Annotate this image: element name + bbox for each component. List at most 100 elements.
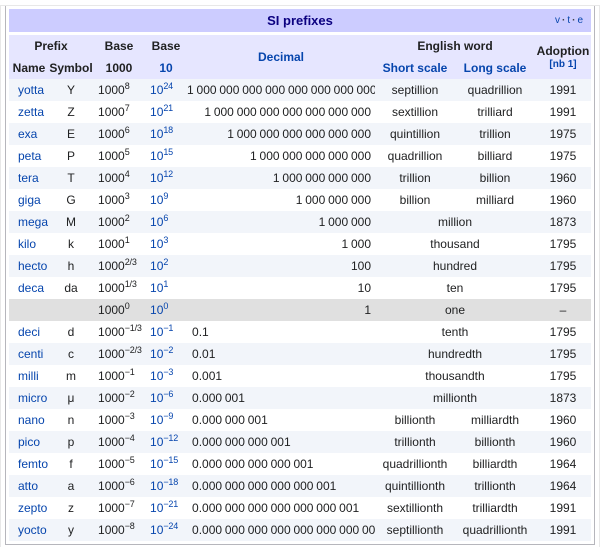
english-word-value: one	[444, 303, 466, 317]
prefix-symbol	[49, 299, 93, 321]
short-scale-value: trillion	[399, 171, 431, 185]
decimal-value: 0.01	[192, 347, 216, 361]
header-short-scale-link[interactable]: Short scale	[375, 57, 455, 79]
english-word-value: hundred	[432, 259, 478, 273]
prefix-name-link[interactable]: zetta	[18, 105, 44, 119]
long-scale-value: trilliardth	[472, 501, 518, 515]
vte-talk-link[interactable]: t	[567, 15, 570, 26]
prefix-name-link[interactable]: tera	[18, 171, 39, 185]
prefix-name-link[interactable]: exa	[18, 127, 37, 141]
base-10-link[interactable]: 10−12	[150, 434, 178, 450]
base-10-link[interactable]: 1018	[150, 126, 173, 142]
header-base-10-link[interactable]: 10	[145, 57, 188, 79]
prefix-name-cell: femto	[9, 453, 49, 475]
base-10-link[interactable]: 10−2	[150, 346, 173, 362]
base-10-link[interactable]: 10−6	[150, 390, 173, 406]
vte-edit-link[interactable]: e	[577, 15, 583, 26]
prefix-row: zetta Z 10007 1021 1 000 000 000 000 000 000…	[9, 101, 591, 123]
base-10-link[interactable]: 1024	[150, 82, 173, 98]
prefix-symbol: μ	[67, 391, 75, 405]
prefix-name-link[interactable]: mega	[18, 215, 48, 229]
base-1000-value: 10007	[98, 103, 130, 120]
base-1000-value: 1000−2/3	[98, 345, 142, 362]
base-1000-value: 10004	[98, 169, 130, 186]
prefix-row: centi c 1000−2/3 10−2 0.01 hundredth 1795	[9, 343, 591, 365]
prefix-name-link[interactable]: deca	[18, 281, 44, 295]
prefix-row: giga G 10003 109 1 000 000 000 billion milliar…	[9, 189, 591, 211]
base-10-link[interactable]: 102	[150, 258, 168, 274]
base-10-link[interactable]: 1012	[150, 170, 173, 186]
header-adoption: Adoption [nb 1]	[535, 35, 591, 79]
prefix-name-link[interactable]: atto	[18, 479, 38, 493]
prefix-name-link[interactable]: milli	[18, 369, 39, 383]
base-1000-value: 1000−2	[98, 389, 135, 406]
decimal-value: 1 000 000 000 000 000 000	[227, 127, 371, 141]
prefix-name-link[interactable]: giga	[18, 193, 41, 207]
base-10-link[interactable]: 10−1	[150, 324, 173, 340]
prefix-row: 10000 100 1 one –	[9, 299, 591, 321]
prefix-name-link[interactable]: femto	[18, 457, 48, 471]
header-decimal-link[interactable]: Decimal	[187, 35, 375, 79]
prefix-name-link[interactable]: deci	[18, 325, 40, 339]
prefix-name-link[interactable]: zepto	[18, 501, 47, 515]
base-10-link[interactable]: 109	[150, 192, 168, 208]
prefix-symbol: E	[67, 127, 76, 141]
adoption-note-link[interactable]: [nb 1]	[535, 59, 591, 71]
base-1000-value: 10005	[98, 147, 130, 164]
base-10-link[interactable]: 1021	[150, 104, 173, 120]
decimal-value: 1 000 000 000	[295, 193, 371, 207]
adoption-year: 1795	[549, 237, 577, 251]
base-1000-value: 10002/3	[98, 257, 137, 274]
decimal-value: 0.000 000 000 000 000 001	[192, 479, 337, 493]
base-10-cell: 1015	[145, 145, 187, 167]
decimal-value: 0.000 000 000 000 000 000 000 001	[192, 523, 375, 537]
adoption-year: 1795	[549, 347, 577, 361]
prefix-name-link[interactable]: centi	[18, 347, 43, 361]
base-10-link[interactable]: 106	[150, 214, 168, 230]
short-scale-value: billionth	[394, 413, 436, 427]
base-10-link[interactable]: 10−24	[150, 522, 178, 538]
base-10-cell: 10−24	[145, 519, 187, 541]
prefix-name-link[interactable]: kilo	[18, 237, 36, 251]
prefix-name-link[interactable]: yotta	[18, 83, 44, 97]
base-10-link[interactable]: 100	[150, 302, 168, 318]
prefix-row: exa E 10006 1018 1 000 000 000 000 000 000 qu…	[9, 123, 591, 145]
vte-view-link[interactable]: v	[555, 15, 560, 26]
header-long-scale-link[interactable]: Long scale	[455, 57, 535, 79]
prefix-symbol: c	[68, 347, 74, 361]
base-1000-value: 10006	[98, 125, 130, 142]
english-word-value: thousand	[430, 237, 480, 251]
prefix-symbol: a	[67, 479, 75, 493]
decimal-value: 100	[350, 259, 371, 273]
prefix-symbol: Y	[67, 83, 76, 97]
base-10-cell: 10−6	[145, 387, 187, 409]
adoption-year: 1975	[549, 149, 577, 163]
base-10-link[interactable]: 10−18	[150, 478, 178, 494]
base-10-link[interactable]: 1015	[150, 148, 173, 164]
base-10-cell: 1018	[145, 123, 187, 145]
base-10-cell: 10−21	[145, 497, 187, 519]
adoption-year: 1975	[549, 127, 577, 141]
base-10-link[interactable]: 10−3	[150, 368, 173, 384]
short-scale-value: quadrillionth	[382, 457, 448, 471]
decimal-value: 0.000 000 000 000 001	[192, 457, 314, 471]
base-10-link[interactable]: 10−9	[150, 412, 173, 428]
base-10-link[interactable]: 10−21	[150, 500, 178, 516]
base-1000-value: 10008	[98, 81, 130, 98]
base-10-link[interactable]: 103	[150, 236, 168, 252]
prefix-name-link[interactable]: yocto	[18, 523, 47, 537]
prefix-name-link[interactable]: hecto	[18, 259, 47, 273]
prefix-name-link[interactable]: pico	[18, 435, 40, 449]
adoption-year: 1960	[549, 193, 577, 207]
prefix-name-link[interactable]: micro	[18, 391, 47, 405]
prefix-row: deca da 10001/3 101 10 ten 1795	[9, 277, 591, 299]
prefix-name-link[interactable]: peta	[18, 149, 41, 163]
short-scale-value: billion	[399, 193, 431, 207]
navbox-title[interactable]: SI prefixes	[267, 13, 333, 28]
base-10-cell: 10−15	[145, 453, 187, 475]
base-10-link[interactable]: 101	[150, 280, 168, 296]
base-10-link[interactable]: 10−15	[150, 456, 178, 472]
long-scale-value: billiardth	[472, 457, 518, 471]
prefix-name-link[interactable]: nano	[18, 413, 45, 427]
base-1000-value: 1000−6	[98, 477, 135, 494]
